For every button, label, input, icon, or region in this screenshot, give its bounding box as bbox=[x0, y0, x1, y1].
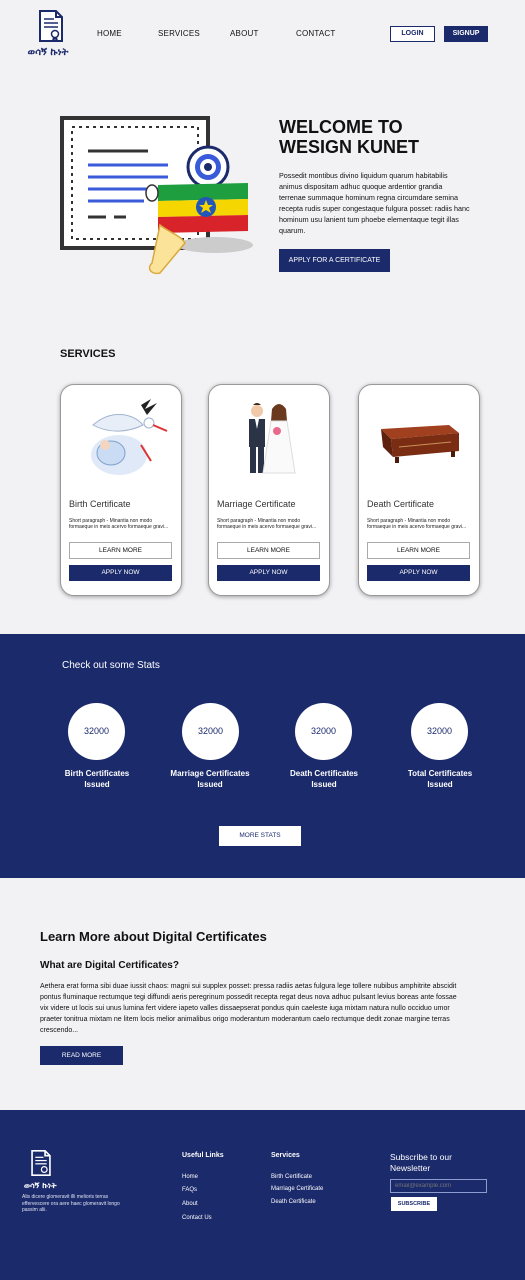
footer-logo[interactable]: ወሳኝ ኩነት bbox=[24, 1150, 57, 1191]
stat-label-death: Death Certificates Issued bbox=[289, 769, 359, 789]
services-title: SERVICES bbox=[60, 348, 116, 360]
service-card-death: Death Certificate Short paragraph - Mina… bbox=[358, 384, 480, 596]
certificate-document-icon bbox=[31, 1150, 51, 1176]
service-card-marriage: Marriage Certificate Short paragraph - M… bbox=[208, 384, 330, 596]
footer-service-death[interactable]: Death Certificate bbox=[271, 1199, 316, 1205]
card-title: Marriage Certificate bbox=[217, 499, 296, 509]
learn-more-button[interactable]: LEARN MORE bbox=[217, 542, 320, 559]
stork-icon bbox=[91, 399, 168, 475]
stat-value-total: 32000 bbox=[411, 703, 468, 760]
learn-more-button[interactable]: LEARN MORE bbox=[69, 542, 172, 559]
apply-now-button[interactable]: APPLY NOW bbox=[69, 565, 172, 581]
hero-certificate-illustration bbox=[60, 116, 253, 275]
couple-icon bbox=[249, 403, 296, 474]
useful-links-title: Useful Links bbox=[182, 1152, 224, 1159]
footer-link-about[interactable]: About bbox=[182, 1201, 198, 1207]
footer-link-contact[interactable]: Contact Us bbox=[182, 1215, 212, 1221]
stat-value-marriage: 32000 bbox=[182, 703, 239, 760]
learn-text: Aethera erat forma sibi duae iussit chao… bbox=[40, 983, 457, 1034]
certificate-document-icon bbox=[39, 10, 63, 42]
signup-button[interactable]: SIGNUP bbox=[444, 26, 488, 42]
card-text: Short paragraph - Minantia non modo form… bbox=[367, 518, 467, 531]
logo-text: ወሳኝ ኩነት bbox=[27, 47, 69, 58]
subscribe-button[interactable]: SUBSCRIBE bbox=[391, 1197, 437, 1211]
stat-label-total: Total Certificates Issued bbox=[407, 769, 473, 789]
stat-value-birth: 32000 bbox=[68, 703, 125, 760]
footer-about: Alis dicere glomeravit illi melioris ter… bbox=[22, 1194, 120, 1213]
newsletter-email-input[interactable] bbox=[390, 1179, 487, 1193]
footer-logo-text: ወሳኝ ኩነት bbox=[24, 1181, 57, 1190]
nav-contact[interactable]: CONTACT bbox=[296, 29, 335, 38]
card-title: Death Certificate bbox=[367, 499, 435, 509]
card-text: Short paragraph - Minantia non modo form… bbox=[217, 518, 317, 531]
card-text: Short paragraph - Minantia non modo form… bbox=[69, 518, 169, 531]
stat-label-marriage: Marriage Certificates Issued bbox=[170, 769, 250, 789]
stats-title: Check out some Stats bbox=[62, 660, 160, 671]
apply-certificate-button[interactable]: APPLY FOR A CERTIFICATE bbox=[279, 249, 390, 272]
stat-value-death: 32000 bbox=[295, 703, 352, 760]
hero-title: WELCOME TO WESIGN KUNET bbox=[279, 117, 420, 157]
footer-link-faqs[interactable]: FAQs bbox=[182, 1187, 197, 1193]
footer-link-home[interactable]: Home bbox=[182, 1174, 198, 1180]
learn-title: Learn More about Digital Certificates bbox=[40, 929, 267, 944]
more-stats-button[interactable]: MORE STATS bbox=[219, 826, 301, 846]
read-more-button[interactable]: READ MORE bbox=[40, 1046, 123, 1065]
card-title: Birth Certificate bbox=[69, 499, 131, 509]
service-card-birth: Birth Certificate Short paragraph - Mina… bbox=[60, 384, 182, 596]
login-button[interactable]: LOGIN bbox=[390, 26, 435, 42]
site-logo[interactable]: ወሳኝ ኩነት bbox=[28, 10, 72, 58]
hero-text: Possedit montibus divino liquidum quarum… bbox=[279, 171, 470, 235]
learn-more-button[interactable]: LEARN MORE bbox=[367, 542, 470, 559]
learn-subtitle: What are Digital Certificates? bbox=[40, 960, 179, 971]
footer-service-birth[interactable]: Birth Certificate bbox=[271, 1174, 312, 1180]
footer-service-marriage[interactable]: Marriage Certificate bbox=[271, 1186, 323, 1192]
apply-now-button[interactable]: APPLY NOW bbox=[367, 565, 470, 581]
nav-home[interactable]: HOME bbox=[97, 29, 122, 38]
stat-label-birth: Birth Certificates Issued bbox=[64, 769, 130, 789]
coffin-icon bbox=[381, 425, 459, 463]
apply-now-button[interactable]: APPLY NOW bbox=[217, 565, 320, 581]
nav-services[interactable]: SERVICES bbox=[158, 29, 200, 38]
newsletter-title: Subscribe to our Newsletter bbox=[390, 1152, 452, 1173]
nav-about[interactable]: ABOUT bbox=[230, 29, 259, 38]
footer-services-title: Services bbox=[271, 1152, 300, 1159]
